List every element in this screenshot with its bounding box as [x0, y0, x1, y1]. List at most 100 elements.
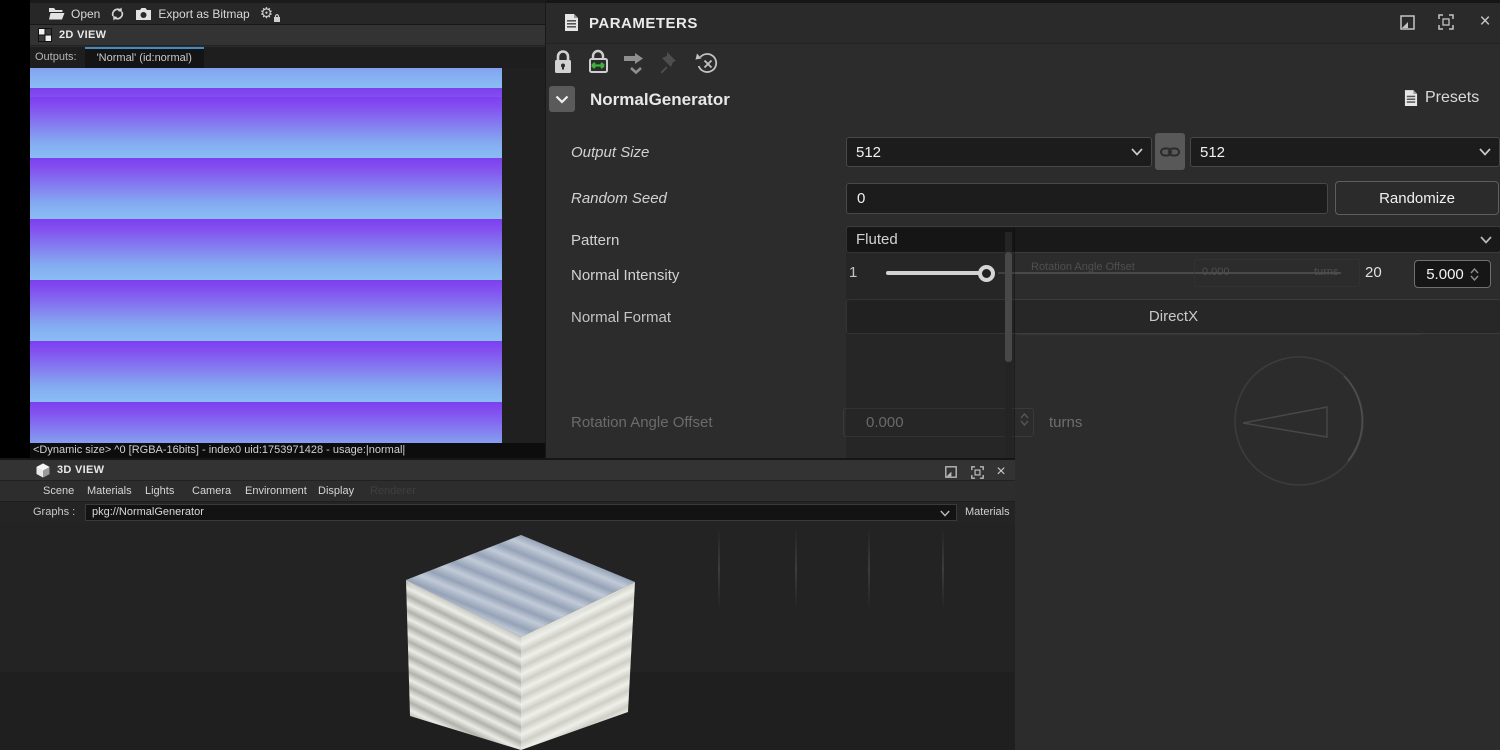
normal-intensity-label: Normal Intensity [571, 267, 680, 284]
normal-format-value: DirectX [1148, 308, 1199, 325]
presets-label: Presets [1425, 89, 1480, 106]
spin-down-icon[interactable] [1470, 275, 1479, 281]
settings-button[interactable]: ⚙ [260, 6, 281, 22]
outputs-label: Outputs: [35, 51, 77, 63]
tab-normal-output[interactable]: 'Normal' (id:normal) [84, 47, 204, 68]
graph-dropdown[interactable]: pkg://NormalGenerator [85, 504, 957, 521]
close-panel-button[interactable]: × [1475, 11, 1495, 32]
ghost-streak [795, 528, 797, 610]
refresh-button[interactable] [110, 7, 125, 21]
app-window: PARAMETERS × NormalGenerator Presets Out… [0, 0, 1500, 750]
reset-parameters-button[interactable] [694, 49, 720, 76]
pattern-dropdown[interactable]: Fluted [846, 226, 1500, 253]
rotation-dial[interactable] [1229, 351, 1369, 491]
output-height-value: 512 [1200, 143, 1226, 161]
chevron-down-icon [940, 510, 950, 517]
pattern-label: Pattern [571, 232, 620, 249]
random-seed-label: Random Seed [571, 190, 667, 207]
view2d-tabbar: Outputs: 'Normal' (id:normal) [30, 47, 545, 68]
view3d-menubar: Scene Materials Lights Camera Environmen… [0, 481, 1015, 502]
menu-lights[interactable]: Lights [145, 485, 174, 497]
normal-intensity-spinbox[interactable]: 5.000 [1414, 260, 1491, 288]
document-icon [565, 14, 578, 31]
normal-map-image[interactable] [30, 68, 502, 443]
maximize-icon [970, 465, 984, 479]
lock-resize-icon [589, 49, 608, 73]
spin-up-icon[interactable] [1020, 413, 1029, 419]
mini-lock-icon [274, 13, 281, 22]
export-label: Export as Bitmap [158, 6, 250, 21]
ghost-streak [718, 528, 720, 610]
lock-parameters-button[interactable] [552, 49, 574, 76]
chevron-down-icon [1480, 235, 1492, 244]
collapse-node-button[interactable] [549, 86, 575, 112]
checker-icon [38, 28, 52, 42]
maximize-3d-button[interactable] [967, 462, 987, 482]
view3d-graphs-bar: Graphs : pkg://NormalGenerator Materials [0, 502, 1015, 523]
ghost-streak [868, 528, 870, 610]
spin-down-icon[interactable] [1020, 420, 1029, 426]
menu-materials[interactable]: Materials [87, 485, 132, 497]
dock-panel-button[interactable] [1397, 12, 1417, 32]
output-width-value: 512 [856, 143, 882, 161]
node-title: NormalGenerator [590, 90, 730, 109]
dock-icon [945, 466, 957, 478]
slider-track-filled[interactable] [886, 271, 986, 275]
random-seed-input[interactable]: 0 [846, 183, 1328, 214]
ghost-edge-line [1017, 334, 1421, 335]
parameters-toolbar [546, 44, 1500, 80]
slider-track[interactable] [998, 272, 1341, 274]
output-width-dropdown[interactable]: 512 [846, 137, 1152, 167]
output-height-dropdown[interactable]: 512 [1190, 137, 1500, 167]
menu-scene[interactable]: Scene [43, 485, 74, 497]
normal-format-label: Normal Format [571, 309, 672, 326]
menu-camera[interactable]: Camera [192, 485, 231, 497]
maximize-icon [1438, 14, 1454, 30]
gear-icon: ⚙ [259, 5, 274, 22]
menu-environment[interactable]: Environment [245, 485, 307, 497]
open-button[interactable]: Open [48, 7, 100, 21]
output-size-label: Output Size [571, 144, 650, 161]
chevron-down-icon [1131, 148, 1143, 156]
close-icon: × [996, 463, 1006, 480]
link-size-button[interactable] [1155, 133, 1185, 170]
view3d-title: 3D VIEW [57, 464, 105, 476]
folder-open-icon [49, 8, 65, 20]
close-3d-button[interactable]: × [991, 462, 1011, 482]
close-icon: × [1479, 11, 1491, 32]
cube-mesh[interactable] [388, 528, 650, 750]
left-margin [0, 0, 30, 523]
follow-selection-button[interactable] [622, 49, 648, 76]
parameters-scrollbar[interactable] [1005, 232, 1012, 458]
materials-button[interactable]: Materials [965, 506, 1010, 518]
view2d-title: 2D VIEW [59, 29, 107, 41]
camera-icon [136, 8, 152, 20]
dock-3d-button[interactable] [941, 462, 961, 482]
maximize-panel-button[interactable] [1436, 12, 1456, 32]
resize-lock-button[interactable] [586, 49, 611, 76]
spin-up-icon[interactable] [1470, 267, 1479, 274]
refresh-icon [112, 7, 124, 20]
graph-value: pkg://NormalGenerator [92, 506, 204, 518]
slider-handle[interactable] [978, 265, 995, 282]
randomize-button[interactable]: Randomize [1335, 181, 1499, 215]
scrollbar-thumb[interactable] [1005, 252, 1012, 362]
chain-link-icon [1160, 147, 1180, 156]
rotation-angle-label: Rotation Angle Offset [571, 414, 713, 431]
view3d-titlebar: 3D VIEW × [0, 460, 1015, 481]
normal-intensity-value: 5.000 [1426, 265, 1464, 283]
dock-icon [1399, 14, 1415, 30]
presets-button[interactable]: Presets [1404, 89, 1479, 107]
view2d-titlebar: 2D VIEW [30, 25, 545, 46]
presets-document-icon [1404, 89, 1418, 106]
cube-icon [36, 463, 50, 477]
normal-format-button[interactable]: DirectX [846, 299, 1500, 334]
rotation-angle-value: 0.000 [866, 414, 904, 431]
pin-button[interactable] [660, 49, 680, 75]
export-bitmap-button[interactable]: Export as Bitmap [135, 6, 250, 21]
menu-display[interactable]: Display [318, 485, 354, 497]
menu-renderer: Renderer [370, 485, 416, 497]
chevron-down-icon [1479, 148, 1491, 156]
chevron-down-icon [555, 95, 569, 104]
view2d-status-bar: <Dynamic size> ^0 [RGBA-16bits] - index0… [30, 443, 545, 458]
